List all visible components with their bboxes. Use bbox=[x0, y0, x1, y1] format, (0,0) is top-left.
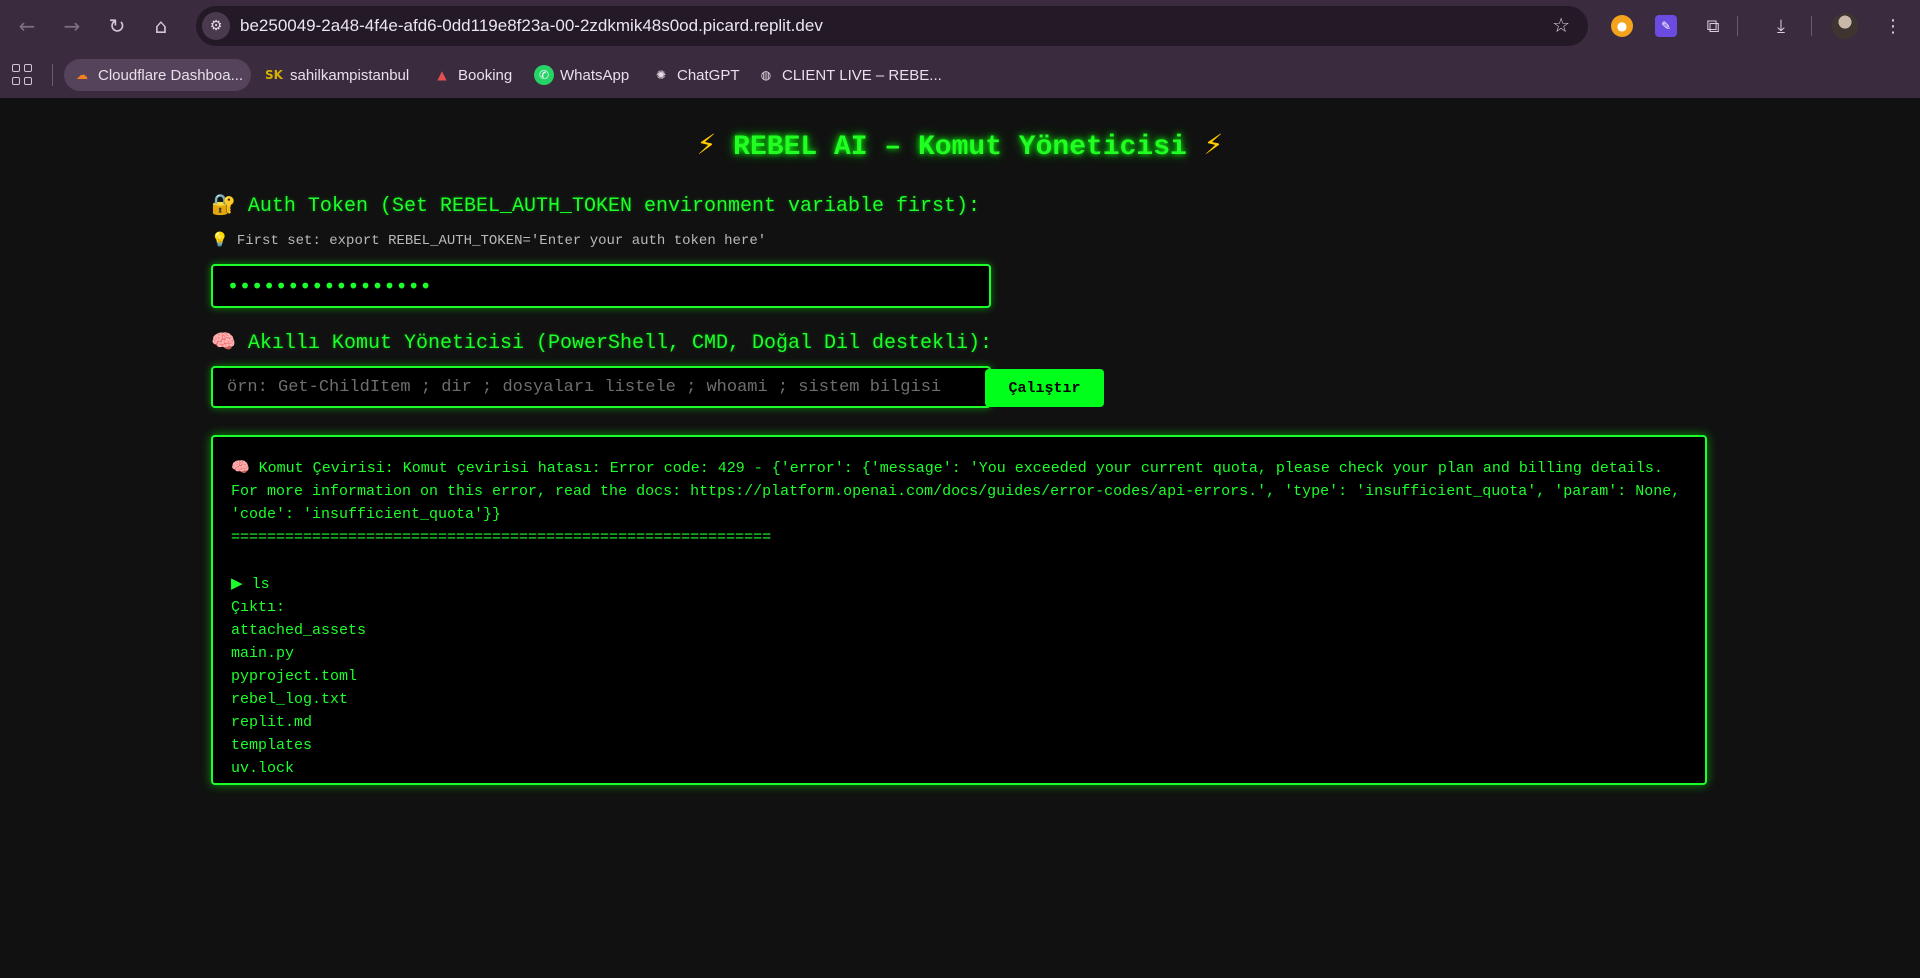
chatgpt-icon: ✺ bbox=[655, 68, 667, 82]
browser-toolbar: ← → ↻ ⌂ ⚙ be250049-2a48-4f4e-afd6-0dd119… bbox=[0, 0, 1920, 52]
toolbar-divider bbox=[1737, 16, 1738, 36]
menu-kebab-icon[interactable]: ⋮ bbox=[1880, 13, 1906, 39]
bookmark-label: Cloudflare Dashboa... bbox=[98, 66, 244, 84]
translation-error-text: 🧠 Komut Çevirisi: Komut çevirisi hatası:… bbox=[231, 460, 1690, 523]
booking-icon: ▲ bbox=[437, 68, 447, 82]
page-title-text: REBEL AI – Komut Yöneticisi bbox=[733, 132, 1187, 163]
output-file-line: templates bbox=[231, 737, 313, 754]
profile-avatar[interactable] bbox=[1832, 13, 1858, 39]
bookmark-label: sahilkampistanbul bbox=[290, 66, 410, 84]
auth-hint: 💡 First set: export REBEL_AUTH_TOKEN='En… bbox=[211, 232, 766, 249]
output-file-line: rebel_log.txt bbox=[231, 691, 349, 708]
page-title: ⚡ REBEL AI – Komut Yöneticisi ⚡ bbox=[0, 128, 1920, 163]
bookmark-star-icon[interactable]: ☆ bbox=[1552, 13, 1570, 37]
bookmarks-divider bbox=[52, 64, 53, 86]
bookmark-label: WhatsApp bbox=[560, 66, 630, 84]
command-manager-label: 🧠 Akıllı Komut Yöneticisi (PowerShell, C… bbox=[211, 329, 992, 355]
download-icon[interactable]: ⤓ bbox=[1768, 13, 1794, 39]
auth-hint-text: First set: export REBEL_AUTH_TOKEN='Ente… bbox=[236, 233, 767, 249]
bookmark-booking[interactable]: ▲ Booking bbox=[424, 59, 520, 91]
apps-grid-icon[interactable] bbox=[12, 64, 34, 86]
reload-icon[interactable]: ↻ bbox=[102, 11, 132, 41]
bookmark-label: Booking bbox=[458, 66, 513, 84]
bookmark-label: ChatGPT bbox=[677, 66, 740, 84]
cloudflare-icon: ☁ bbox=[76, 68, 88, 82]
auth-token-label-text: Auth Token (Set REBEL_AUTH_TOKEN environ… bbox=[247, 195, 981, 218]
site-info-icon[interactable]: ⚙ bbox=[202, 12, 230, 40]
separator-line: ========================================… bbox=[231, 529, 772, 546]
executed-command-line: ▶ ls bbox=[231, 572, 1687, 596]
bookmark-label: CLIENT LIVE – REBE... bbox=[782, 66, 942, 84]
forward-icon[interactable]: → bbox=[57, 11, 87, 41]
whatsapp-icon: ✆ bbox=[534, 65, 554, 85]
page-content: ⚡ REBEL AI – Komut Yöneticisi ⚡ 🔐 Auth T… bbox=[0, 98, 1920, 978]
brain-icon: 🧠 bbox=[211, 329, 236, 353]
lock-key-icon: 🔐 bbox=[211, 192, 236, 216]
home-icon[interactable]: ⌂ bbox=[146, 11, 176, 41]
bookmark-chatgpt[interactable]: ✺ ChatGPT bbox=[643, 59, 748, 91]
output-file-line: attached_assets bbox=[231, 622, 367, 639]
auth-token-input[interactable] bbox=[211, 264, 991, 308]
output-file-line: main.py bbox=[231, 645, 295, 662]
bookmark-sahilkampistanbul[interactable]: SK sahilkampistanbul bbox=[256, 59, 417, 91]
file-list: attached_assets main.py pyproject.toml rebe… bbox=[231, 619, 1687, 780]
auth-token-label: 🔐 Auth Token (Set REBEL_AUTH_TOKEN envir… bbox=[211, 192, 980, 218]
output-file-line: pyproject.toml bbox=[231, 668, 358, 685]
extension-purple-icon[interactable]: ✎ bbox=[1655, 15, 1677, 37]
back-icon[interactable]: ← bbox=[12, 11, 42, 41]
bookmarks-bar: ☁ Cloudflare Dashboa... SK sahilkampista… bbox=[0, 52, 1920, 99]
bookmark-cloudflare[interactable]: ☁ Cloudflare Dashboa... bbox=[64, 59, 252, 91]
command-input[interactable] bbox=[211, 366, 991, 408]
toolbar-divider bbox=[1811, 16, 1812, 36]
globe-icon: ◍ bbox=[760, 68, 772, 82]
output-file-line: uv.lock bbox=[231, 760, 295, 777]
lightbulb-icon: 💡 bbox=[211, 232, 229, 248]
bookmark-whatsapp[interactable]: ✆ WhatsApp bbox=[526, 59, 637, 91]
bookmark-client-live[interactable]: ◍ CLIENT LIVE – REBE... bbox=[748, 59, 950, 91]
output-panel: 🧠 Komut Çevirisi: Komut çevirisi hatası:… bbox=[211, 435, 1707, 785]
url-text[interactable]: be250049-2a48-4f4e-afd6-0dd119e8f23a-00-… bbox=[240, 16, 823, 36]
run-button[interactable]: Çalıştır bbox=[985, 369, 1104, 407]
output-file-line: replit.md bbox=[231, 714, 313, 731]
executed-command: ls bbox=[251, 576, 270, 593]
sk-icon: SK bbox=[265, 68, 283, 82]
extension-orange-icon[interactable]: ● bbox=[1611, 15, 1633, 37]
play-icon: ▶ bbox=[231, 574, 243, 592]
address-bar[interactable]: ⚙ be250049-2a48-4f4e-afd6-0dd119e8f23a-0… bbox=[196, 6, 1588, 46]
lightning-icon: ⚡ bbox=[696, 128, 717, 161]
command-manager-label-text: Akıllı Komut Yöneticisi (PowerShell, CMD… bbox=[247, 332, 993, 355]
lightning-icon: ⚡ bbox=[1203, 128, 1224, 161]
extensions-puzzle-icon[interactable]: ⧉ bbox=[1700, 13, 1726, 39]
output-label: Çıktı: bbox=[231, 599, 286, 616]
